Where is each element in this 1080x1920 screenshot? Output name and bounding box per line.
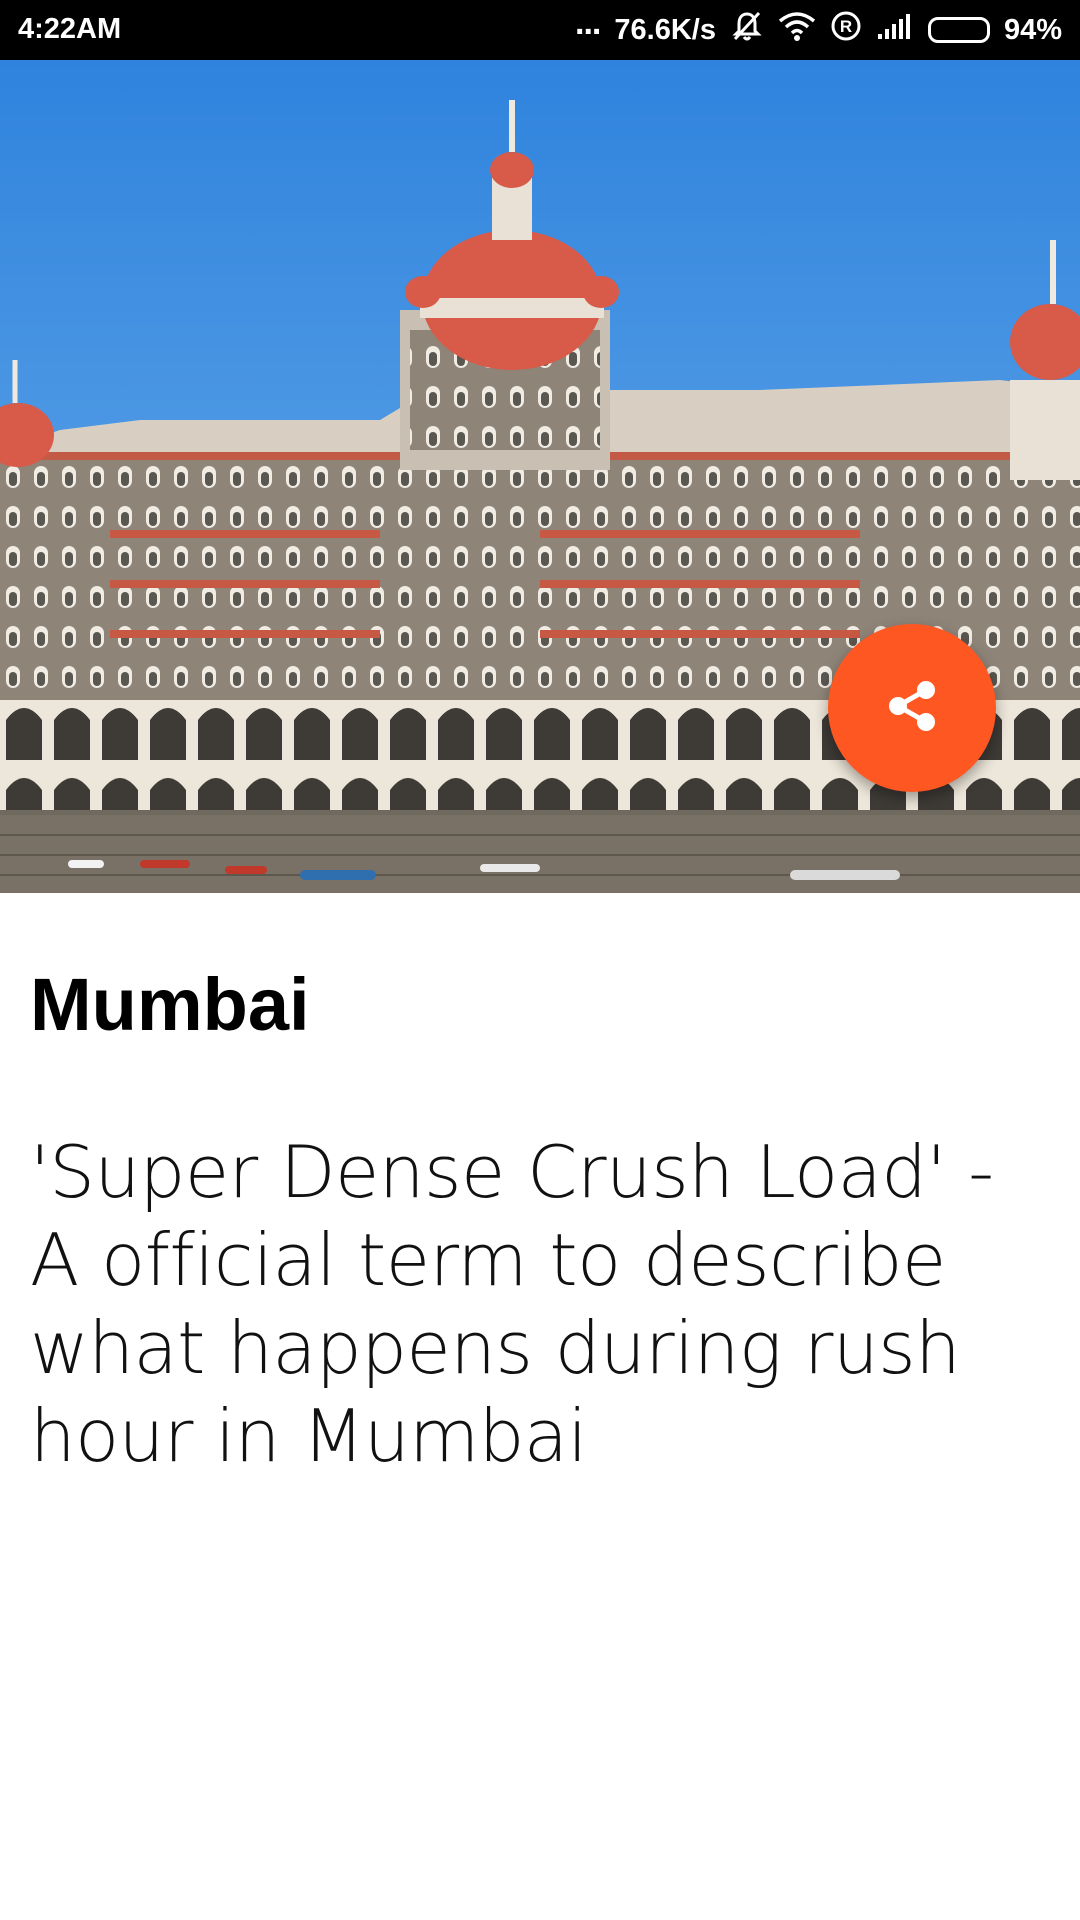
share-icon [882, 676, 942, 740]
status-icons: ... 76.6K/s R 94% [561, 0, 1062, 60]
signal-bars-icon [876, 12, 914, 48]
svg-text:R: R [840, 17, 852, 36]
city-description: 'Super Dense Crush Load' - A official te… [30, 1130, 994, 1478]
wifi-icon [778, 11, 816, 49]
silent-alarm-icon [730, 9, 764, 51]
more-notifications-dots: ... [575, 3, 601, 42]
city-title: Mumbai [30, 963, 310, 1046]
battery-percent: 94% [1003, 13, 1062, 46]
network-speed: 76.6K/s [614, 13, 716, 46]
status-time: 4:22AM [18, 13, 122, 45]
share-fab-button[interactable] [828, 624, 996, 792]
status-bar: 4:22AM ... 76.6K/s R 94% [0, 0, 1080, 60]
battery-icon [927, 17, 990, 43]
roaming-r-icon: R [830, 10, 862, 50]
